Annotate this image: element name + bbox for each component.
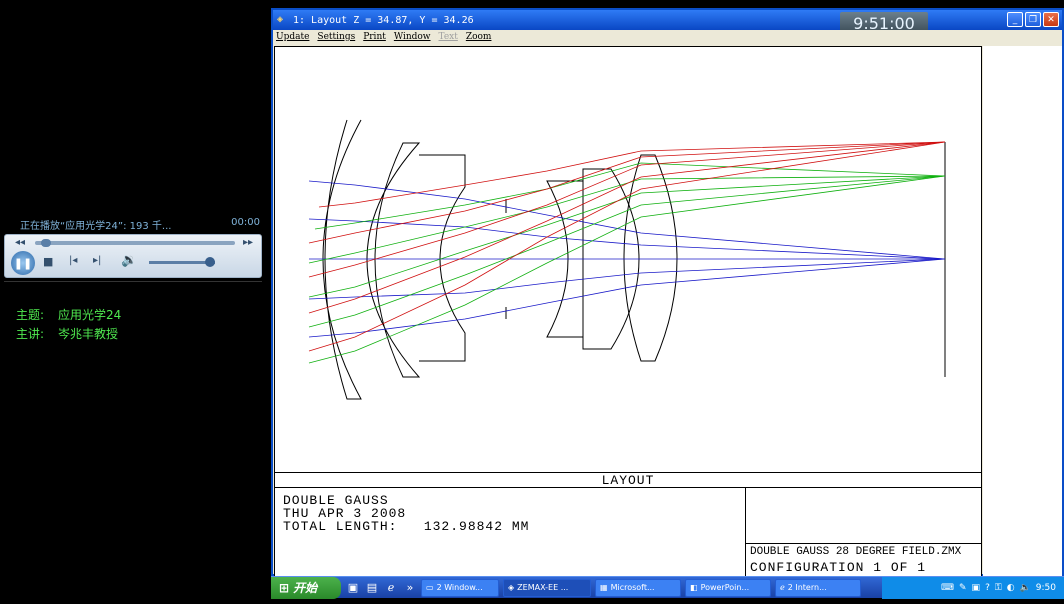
window-title: 1: Layout Z = 34.87, Y = 34.26: [293, 14, 474, 26]
restore-button[interactable]: ❐: [1025, 12, 1041, 27]
menu-update[interactable]: Update: [276, 32, 309, 42]
fast-forward-icon[interactable]: ▸▸: [243, 237, 253, 248]
canvas-margin: [983, 46, 1062, 578]
seek-thumb[interactable]: [41, 239, 51, 247]
divider: [4, 281, 262, 282]
task-microsoft[interactable]: ▦ Microsoft...: [595, 578, 681, 597]
taskbar: ⊞ 开始 ▣ ▤ ℯ » ▭ 2 Window... ◈ ZEMAX-EE ... ▦…: [271, 576, 1064, 599]
lens-info: DOUBLE GAUSS THU APR 3 2008 TOTAL LENGTH: …: [283, 494, 529, 533]
task-window-group[interactable]: ▭ 2 Window...: [421, 578, 499, 597]
quicklaunch-media-icon[interactable]: ▤: [365, 581, 379, 595]
lecturer-value: 岑兆丰教授: [58, 327, 119, 341]
topic-line: 主题: 应用光学24: [16, 306, 135, 323]
minimize-button[interactable]: _: [1007, 12, 1023, 27]
windows-logo-icon: ⊞: [279, 580, 290, 595]
ray-1: [308, 180, 946, 260]
task-label-3: Microsoft...: [610, 583, 655, 592]
tray-clock: 9:50: [1035, 582, 1056, 593]
now-playing-text: 正在播放“应用光学24”: 193 千...: [20, 221, 172, 232]
lens-element-1: [322, 119, 362, 400]
rewind-icon[interactable]: ◂◂: [15, 237, 25, 248]
network-icon[interactable]: ◐: [1007, 583, 1015, 593]
menu-settings[interactable]: Settings: [317, 32, 355, 42]
config-info-box: DOUBLE GAUSS 28 DEGREE FIELD.ZMX CONFIGU…: [745, 488, 982, 578]
topic-label: 主题:: [16, 308, 45, 322]
lecturer-label: 主讲:: [16, 327, 45, 341]
seek-bar[interactable]: [35, 241, 235, 245]
ray-4: [308, 258, 946, 300]
zemax-icon: ◈: [508, 583, 515, 592]
zemax-window-icon: ◈: [277, 14, 284, 25]
task-internet[interactable]: ℯ2 Intern...: [775, 578, 861, 597]
lens-layout-plot: [308, 119, 946, 400]
ime-icon[interactable]: ▣: [972, 583, 981, 593]
ray-8: [308, 175, 946, 298]
next-icon[interactable]: ▸|: [93, 255, 101, 266]
playback-time: 00:00: [231, 217, 260, 228]
now-playing-bar: 正在播放“应用光学24”: 193 千... 00:00: [20, 217, 260, 232]
topic-value: 应用光学24: [58, 308, 122, 322]
task-label-5: 2 Intern...: [787, 583, 827, 592]
configuration-number: CONFIGURATION 1 OF 1: [750, 560, 927, 575]
layout-label: LAYOUT: [275, 472, 981, 488]
config-file-name: DOUBLE GAUSS 28 DEGREE FIELD.ZMX: [750, 546, 962, 558]
quicklaunch-ie-icon[interactable]: ℯ: [384, 581, 398, 595]
lock-icon[interactable]: ⚿: [995, 583, 1002, 593]
volume-thumb[interactable]: [205, 257, 215, 267]
ray-11: [308, 141, 946, 352]
task-powerpoint[interactable]: ◧ PowerPoin...: [685, 578, 771, 597]
lens-element-6: [623, 154, 678, 362]
ray-6: [308, 175, 946, 364]
menu-text: Text: [438, 32, 458, 42]
menu-bar: Update Settings Print Window Text Zoom: [273, 30, 1062, 44]
start-label: 开始: [293, 581, 318, 595]
volume-icon[interactable]: 🔉: [121, 253, 137, 268]
task-label-4: PowerPoin...: [700, 583, 750, 592]
layout-canvas: LAYOUT DOUBLE GAUSS THU APR 3 2008 TOTAL L…: [274, 46, 982, 578]
task-label-1: 2 Window...: [436, 583, 483, 592]
help-icon[interactable]: ?: [985, 583, 990, 593]
total-length: TOTAL LENGTH: 132.98842 MM: [283, 519, 530, 534]
ray-15: [318, 141, 946, 208]
menu-zoom[interactable]: Zoom: [466, 32, 492, 42]
window-titlebar[interactable]: ◈ 1: Layout Z = 34.87, Y = 34.26: [273, 10, 1062, 30]
quicklaunch-more-icon[interactable]: »: [403, 581, 417, 595]
speaker-icon[interactable]: 🔈: [1020, 583, 1031, 593]
keyboard-icon[interactable]: ⌨: [941, 583, 954, 593]
quicklaunch-desktop-icon[interactable]: ▣: [346, 581, 360, 595]
menu-print[interactable]: Print: [363, 32, 386, 42]
system-tray: ⌨ ✎ ▣ ? ⚿ ◐ 🔈 9:50: [882, 576, 1064, 599]
powerpoint-icon: ◧: [690, 583, 698, 592]
screen: 正在播放“应用光学24”: 193 千... 00:00 ◂◂ ▸▸ ❚❚ ■ …: [0, 0, 1064, 604]
stop-icon[interactable]: ■: [43, 255, 53, 268]
office-icon: ▦: [600, 583, 608, 592]
previous-icon[interactable]: |◂: [69, 255, 77, 266]
layout-window: ◈ 1: Layout Z = 34.87, Y = 34.26 9:51:00…: [271, 8, 1064, 578]
ray-13: [308, 141, 946, 278]
task-zemax[interactable]: ◈ ZEMAX-EE ...: [503, 578, 591, 597]
ray-2: [308, 218, 946, 260]
ie-icon: ℯ: [780, 583, 785, 592]
folder-icon: ▭: [426, 583, 434, 592]
lecturer-line: 主讲: 岑兆丰教授: [16, 325, 132, 342]
task-label-2: ZEMAX-EE ...: [517, 583, 569, 592]
lens-element-2: [366, 142, 421, 378]
player-controls: ◂◂ ▸▸ ❚❚ ■ |◂ ▸| 🔉: [4, 234, 262, 278]
ray-bundle: [308, 141, 946, 364]
media-player-panel: 正在播放“应用光学24”: 193 千... 00:00 ◂◂ ▸▸ ❚❚ ■ …: [0, 0, 264, 604]
pause-icon[interactable]: ❚❚: [11, 251, 35, 275]
pen-icon[interactable]: ✎: [959, 583, 967, 593]
start-button[interactable]: ⊞ 开始: [271, 576, 341, 599]
close-button[interactable]: ✕: [1043, 12, 1059, 27]
config-divider: [746, 543, 982, 544]
menu-window[interactable]: Window: [394, 32, 431, 42]
